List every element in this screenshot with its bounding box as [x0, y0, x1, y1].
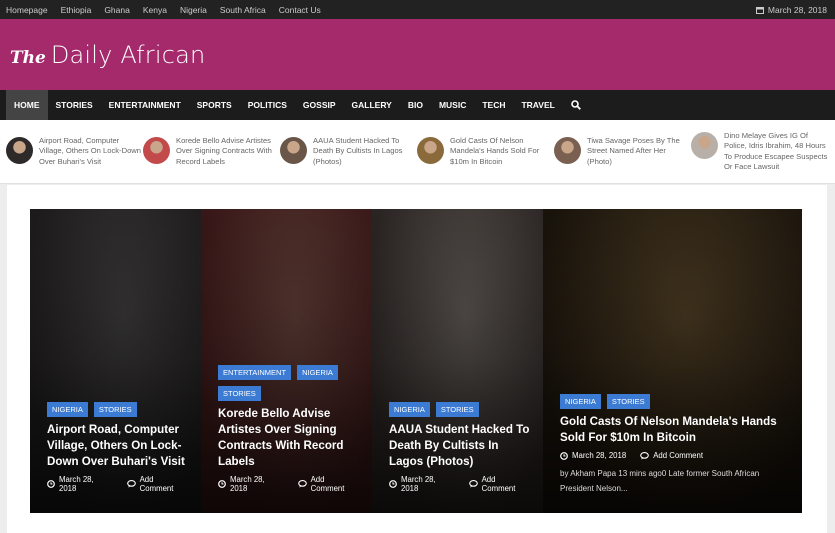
ticker-thumbnail — [280, 136, 307, 164]
clock-icon — [389, 480, 397, 488]
slide-date: March 28, 2018 — [572, 451, 627, 460]
slide-content: ENTERTAINMENT NIGERIA STORIES Korede Bello … — [218, 365, 360, 493]
slide-title[interactable]: Airport Road, Computer Village, Others O… — [47, 422, 189, 470]
ticker-thumbnail — [417, 136, 444, 164]
featured-slide[interactable]: ENTERTAINMENT NIGERIA STORIES Korede Bello … — [201, 209, 372, 513]
top-link[interactable]: Ethiopia — [61, 5, 92, 15]
nav-item-sports[interactable]: SPORTS — [189, 90, 240, 120]
featured-slide[interactable]: NIGERIA STORIES Gold Casts Of Nelson Mande… — [543, 209, 802, 513]
ticker-item[interactable]: Korede Bello Advise Artistes Over Signin… — [143, 136, 280, 167]
top-link[interactable]: Nigeria — [180, 5, 207, 15]
ticker-thumbnail — [554, 136, 581, 164]
slide-content: NIGERIA STORIES AAUA Student Hacked To Dea… — [389, 402, 531, 493]
add-comment-link[interactable]: Add Comment — [482, 475, 531, 493]
main-nav: HOME STORIES ENTERTAINMENT SPORTS POLITICS GO… — [0, 90, 835, 120]
logo-name: Daily African — [50, 40, 206, 69]
category-tag[interactable]: NIGERIA — [297, 365, 338, 380]
slide-date: March 28, 2018 — [230, 475, 265, 493]
ticker-thumbnail — [691, 131, 718, 159]
featured-slide[interactable]: NIGERIA STORIES AAUA Student Hacked To Dea… — [372, 209, 543, 513]
ticker-thumbnail — [6, 136, 33, 164]
clock-icon — [47, 480, 55, 488]
ticker-headline: Tiwa Savage Poses By The Street Named Af… — [587, 135, 680, 166]
add-comment-link[interactable]: Add Comment — [140, 475, 189, 493]
ticker-headline: Dino Melaye Gives IG Of Police, Idris Ib… — [724, 130, 828, 171]
clock-icon — [218, 480, 226, 488]
slide-meta: March 28, 2018 Add Comment — [560, 451, 790, 460]
comment-icon[interactable] — [468, 480, 478, 488]
ticker-item[interactable]: Gold Casts Of Nelson Mandela's Hands Sol… — [417, 136, 554, 167]
featured-slider: NIGERIA STORIES Airport Road, Computer Vil… — [30, 209, 802, 513]
slide-meta: March 28, 2018 Add Comment — [47, 475, 189, 493]
comment-icon[interactable] — [297, 480, 307, 488]
nav-item-gallery[interactable]: GALLERY — [344, 90, 400, 120]
nav-item-music[interactable]: MUSIC — [431, 90, 474, 120]
ticker-headline: Gold Casts Of Nelson Mandela's Hands Sol… — [450, 135, 540, 166]
add-comment-link[interactable]: Add Comment — [653, 451, 703, 460]
slide-excerpt: by Akham Papa 13 mins ago0 Late former S… — [560, 469, 760, 493]
ticker-item[interactable]: Airport Road, Computer Village, Others O… — [6, 136, 143, 167]
slide-date: March 28, 2018 — [401, 475, 436, 493]
headline-ticker: Airport Road, Computer Village, Others O… — [0, 120, 835, 184]
category-tag[interactable]: NIGERIA — [47, 402, 88, 417]
slide-tags: NIGERIA STORIES — [389, 402, 531, 417]
slide-tags: NIGERIA STORIES — [47, 402, 189, 417]
ticker-headline: AAUA Student Hacked To Death By Cultists… — [313, 135, 403, 166]
slide-title[interactable]: Gold Casts Of Nelson Mandela's Hands Sol… — [560, 414, 790, 446]
category-tag[interactable]: NIGERIA — [560, 394, 601, 409]
ticker-headline: Korede Bello Advise Artistes Over Signin… — [176, 135, 272, 166]
add-comment-link[interactable]: Add Comment — [311, 475, 360, 493]
ticker-thumbnail — [143, 136, 170, 164]
top-link[interactable]: Homepage — [6, 5, 48, 15]
ticker-headline: Airport Road, Computer Village, Others O… — [39, 135, 142, 166]
clock-icon — [560, 451, 568, 460]
date-text: March 28, 2018 — [767, 4, 827, 15]
nav-item-politics[interactable]: POLITICS — [240, 90, 295, 120]
top-link[interactable]: South Africa — [220, 5, 266, 15]
featured-slide[interactable]: NIGERIA STORIES Airport Road, Computer Vil… — [30, 209, 201, 513]
category-tag[interactable]: STORIES — [218, 386, 261, 401]
slide-content: NIGERIA STORIES Gold Casts Of Nelson Mande… — [560, 394, 790, 493]
slide-title[interactable]: AAUA Student Hacked To Death By Cultists… — [389, 422, 531, 470]
category-tag[interactable]: NIGERIA — [389, 402, 430, 417]
slide-tags: NIGERIA STORIES — [560, 394, 790, 409]
nav-item-tech[interactable]: TECH — [474, 90, 513, 120]
comment-icon[interactable] — [126, 480, 136, 488]
slide-content: NIGERIA STORIES Airport Road, Computer Vil… — [47, 402, 189, 493]
site-logo[interactable]: The Daily African — [10, 41, 205, 69]
nav-item-home[interactable]: HOME — [6, 90, 48, 120]
top-link[interactable]: Kenya — [143, 5, 167, 15]
category-tag[interactable]: STORIES — [435, 402, 479, 417]
nav-item-entertainment[interactable]: ENTERTAINMENT — [101, 90, 189, 120]
search-icon[interactable] — [563, 90, 589, 120]
slide-tags: ENTERTAINMENT NIGERIA STORIES — [218, 365, 360, 401]
top-date: March 28, 2018 — [755, 4, 827, 15]
site-header: The Daily African — [0, 19, 835, 90]
ticker-item[interactable]: Dino Melaye Gives IG Of Police, Idris Ib… — [691, 131, 828, 173]
nav-item-gossip[interactable]: GOSSIP — [295, 90, 344, 120]
top-links: Homepage Ethiopia Ghana Kenya Nigeria South A… — [6, 5, 321, 15]
slide-meta: March 28, 2018 Add Comment — [389, 475, 531, 493]
ticker-item[interactable]: Tiwa Savage Poses By The Street Named Af… — [554, 136, 691, 167]
nav-item-travel[interactable]: TRAVEL — [513, 90, 562, 120]
slide-meta: March 28, 2018 Add Comment — [218, 475, 360, 493]
top-link[interactable]: Contact Us — [279, 5, 321, 15]
nav-item-bio[interactable]: BIO — [400, 90, 431, 120]
nav-item-stories[interactable]: STORIES — [48, 90, 101, 120]
comment-icon[interactable] — [640, 451, 650, 460]
top-bar: Homepage Ethiopia Ghana Kenya Nigeria South A… — [0, 0, 835, 19]
ticker-item[interactable]: AAUA Student Hacked To Death By Cultists… — [280, 136, 417, 167]
calendar-icon — [755, 6, 764, 14]
slide-date: March 28, 2018 — [59, 475, 94, 493]
slide-title[interactable]: Korede Bello Advise Artistes Over Signin… — [218, 406, 360, 470]
category-tag[interactable]: STORIES — [606, 394, 650, 409]
logo-the: The — [10, 47, 46, 68]
category-tag[interactable]: ENTERTAINMENT — [218, 365, 292, 380]
top-link[interactable]: Ghana — [104, 5, 130, 15]
category-tag[interactable]: STORIES — [93, 402, 137, 417]
